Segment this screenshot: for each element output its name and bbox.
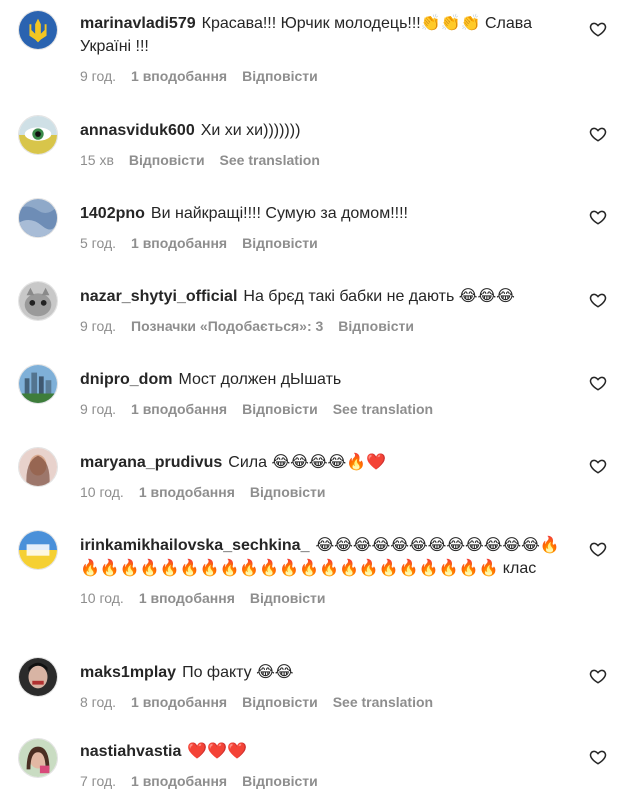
comment-time: 10 год. — [80, 484, 124, 500]
comment-text: Хи хи хи))))))) — [200, 122, 301, 139]
see-translation-button[interactable]: See translation — [333, 401, 433, 417]
like-heart-icon[interactable] — [589, 125, 607, 143]
comment-meta: 8 год. 1 вподобання Відповісти See trans… — [80, 694, 570, 710]
username-link[interactable]: marinavladi579 — [80, 15, 196, 32]
avatar[interactable] — [18, 281, 58, 321]
comment-time: 15 хв — [80, 152, 114, 168]
woman-portrait-avatar-icon — [19, 448, 57, 486]
city-avatar-icon — [19, 365, 57, 403]
avatar[interactable] — [18, 447, 58, 487]
girl-portrait-avatar-icon — [19, 739, 57, 777]
comment-body: 1402pno Ви найкращі!!!! Сумую за домом!!!… — [80, 198, 570, 251]
like-heart-icon[interactable] — [589, 208, 607, 226]
comment-body: dnipro_dom Мост должен дЫшать 9 год. 1 вп… — [80, 364, 570, 417]
like-heart-icon[interactable] — [589, 667, 607, 685]
comment-body: maks1mplay По факту 😂😂 8 год. 1 вподобанн… — [80, 657, 570, 710]
likes-count[interactable]: 1 вподобання — [131, 401, 227, 417]
likes-count[interactable]: 1 вподобання — [131, 235, 227, 251]
username-link[interactable]: 1402pno — [80, 205, 145, 222]
reply-button[interactable]: Відповісти — [242, 68, 318, 84]
username-link[interactable]: dnipro_dom — [80, 371, 172, 388]
comment-meta: 9 год. 1 вподобання Відповісти See trans… — [80, 401, 570, 417]
likes-count[interactable]: 1 вподобання — [131, 68, 227, 84]
comment-body: annasviduk600 Хи хи хи))))))) 15 хв Відпо… — [80, 115, 570, 168]
username-link[interactable]: nastiahvastia — [80, 743, 181, 760]
like-heart-icon[interactable] — [589, 291, 607, 309]
comment-time: 8 год. — [80, 694, 117, 710]
comment-text: Мост должен дЫшать — [178, 371, 342, 388]
comment-body: nazar_shytyi_official На брєд такі бабки … — [80, 281, 570, 334]
reply-button[interactable]: Відповісти — [242, 773, 318, 789]
like-heart-icon[interactable] — [589, 457, 607, 475]
comment-meta: 10 год. 1 вподобання Відповісти — [80, 484, 570, 500]
comment-time: 5 год. — [80, 235, 117, 251]
comment-body: irinkamikhailovska_sechkina_ 😂😂😂😂😂😂😂😂😂😂😂😂… — [80, 530, 570, 606]
comment-time: 9 год. — [80, 318, 117, 334]
comment-text: По факту 😂😂 — [182, 664, 294, 681]
comment-text: ❤️❤️❤️ — [187, 743, 248, 760]
see-translation-button[interactable]: See translation — [220, 152, 320, 168]
avatar[interactable] — [18, 657, 58, 697]
reply-button[interactable]: Відповісти — [250, 590, 326, 606]
eye-avatar-icon — [19, 116, 57, 154]
comment-meta: 9 год. Позначки «Подобається»: 3 Відпові… — [80, 318, 570, 334]
avatar[interactable] — [18, 10, 58, 50]
cat-avatar-icon — [19, 282, 57, 320]
like-heart-icon[interactable] — [589, 374, 607, 392]
likes-count[interactable]: 1 вподобання — [131, 694, 227, 710]
avatar[interactable] — [18, 115, 58, 155]
like-heart-icon[interactable] — [589, 540, 607, 558]
reply-button[interactable]: Відповісти — [242, 235, 318, 251]
avatar[interactable] — [18, 530, 58, 570]
likes-count[interactable]: Позначки «Подобається»: 3 — [131, 318, 323, 334]
username-link[interactable]: nazar_shytyi_official — [80, 288, 237, 305]
ukraine-trident-avatar-icon — [19, 11, 57, 49]
comment-meta: 5 год. 1 вподобання Відповісти — [80, 235, 570, 251]
like-heart-icon[interactable] — [589, 20, 607, 38]
reply-button[interactable]: Відповісти — [129, 152, 205, 168]
username-link[interactable]: annasviduk600 — [80, 122, 195, 139]
comment-body: marinavladi579 Красава!!! Юрчик молодець!… — [80, 8, 570, 84]
comment-meta: 10 год. 1 вподобання Відповісти — [80, 590, 570, 606]
username-link[interactable]: irinkamikhailovska_sechkina_ — [80, 537, 309, 554]
blue-fabric-avatar-icon — [19, 199, 57, 237]
username-link[interactable]: maks1mplay — [80, 664, 176, 681]
comment-text: Сила 😂😂😂😂🔥❤️ — [228, 454, 387, 471]
comment-meta: 15 хв Відповісти See translation — [80, 152, 570, 168]
avatar[interactable] — [18, 198, 58, 238]
comment-text: На брєд такі бабки не дають 😂😂😂 — [243, 288, 515, 305]
comment-meta: 9 год. 1 вподобання Відповісти — [80, 68, 570, 84]
likes-count[interactable]: 1 вподобання — [139, 590, 235, 606]
see-translation-button[interactable]: See translation — [333, 694, 433, 710]
comment-body: nastiahvastia ❤️❤️❤️ 7 год. 1 вподобання … — [80, 738, 570, 789]
flag-avatar-icon — [19, 531, 57, 569]
comment-time: 9 год. — [80, 401, 117, 417]
comment-time: 10 год. — [80, 590, 124, 606]
like-heart-icon[interactable] — [589, 748, 607, 766]
likes-count[interactable]: 1 вподобання — [139, 484, 235, 500]
comment-meta: 7 год. 1 вподобання Відповісти — [80, 773, 570, 789]
reply-button[interactable]: Відповісти — [242, 694, 318, 710]
reply-button[interactable]: Відповісти — [242, 401, 318, 417]
comment-time: 9 год. — [80, 68, 117, 84]
dark-portrait-avatar-icon — [19, 658, 57, 696]
comment-body: maryana_prudivus Сила 😂😂😂😂🔥❤️ 10 год. 1 в… — [80, 447, 570, 500]
comment-time: 7 год. — [80, 773, 117, 789]
avatar[interactable] — [18, 738, 58, 778]
reply-button[interactable]: Відповісти — [250, 484, 326, 500]
avatar[interactable] — [18, 364, 58, 404]
username-link[interactable]: maryana_prudivus — [80, 454, 222, 471]
reply-button[interactable]: Відповісти — [338, 318, 414, 334]
likes-count[interactable]: 1 вподобання — [131, 773, 227, 789]
comment-text: Ви найкращі!!!! Сумую за домом!!!! — [150, 205, 408, 222]
